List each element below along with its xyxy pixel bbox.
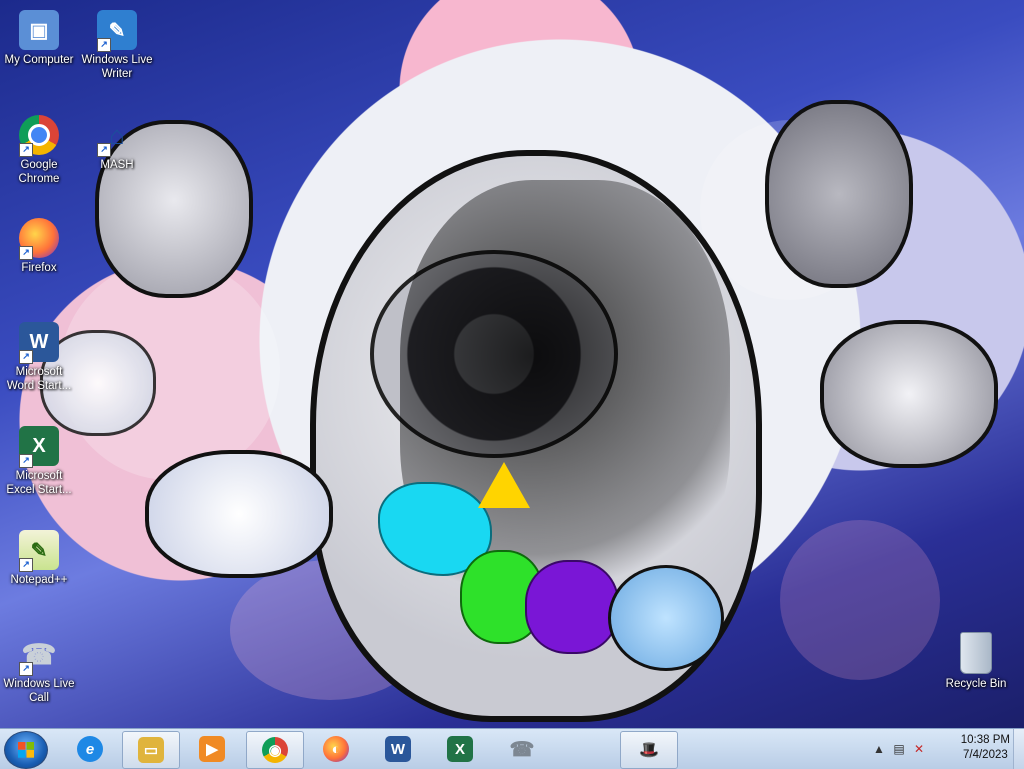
icon-label: Microsoft Word Start... [6,366,72,392]
notepadpp-icon: ✎ ↗ [19,530,59,572]
clock[interactable]: 10:38 PM 7/4/2023 [961,733,1010,763]
phone-icon: ☎ [509,738,535,761]
clock-date: 7/4/2023 [963,749,1008,761]
icon-label: Google Chrome [18,159,60,185]
taskbar-firefox[interactable]: ◐ [308,731,364,767]
clock-time: 10:38 PM [960,734,1010,746]
desktop-icon-firefox[interactable]: ↗ Firefox [1,218,77,275]
blue-creature-art [608,565,724,671]
desktop-icon-microsoft-excel[interactable]: X ↗ Microsoft Excel Start... [1,426,77,497]
hat-icon: ⌂ ↗ [97,115,137,157]
chrome-icon: ↗ [19,115,59,157]
recycle-bin-icon [960,632,992,674]
shortcut-arrow-icon: ↗ [19,662,33,676]
desktop-icon-google-chrome[interactable]: ↗ Google Chrome [1,115,77,186]
system-tray: ▲ ▤ ✕ 10:38 PM 7/4/2023 [864,729,1024,769]
icon-label: Windows Live Writer [81,54,153,80]
word-icon: W ↗ [19,322,59,364]
taskbar-media-player[interactable]: ▶ [184,731,240,767]
purple-blob-art [525,560,619,654]
icon-label: Recycle Bin [945,678,1007,690]
desktop-icon-mash[interactable]: ⌂ ↗ MASH [79,115,155,172]
taskbar-windows-explorer[interactable]: ▭ [122,731,180,769]
icon-label: Notepad++ [10,574,68,586]
warning-sign-art [478,462,530,508]
internet-explorer-icon: e [77,736,103,762]
phone-icon: ☎ ↗ [19,634,59,676]
icon-label: Windows Live Call [3,678,75,704]
shortcut-arrow-icon: ↗ [19,350,33,364]
icon-label: MASH [100,159,134,171]
taskbar-microsoft-word[interactable]: W [370,731,426,767]
shortcut-arrow-icon: ↗ [19,454,33,468]
network-icon[interactable]: ▤ [892,742,906,756]
icon-label: Microsoft Excel Start... [6,470,72,496]
desktop-icon-microsoft-word[interactable]: W ↗ Microsoft Word Start... [1,322,77,393]
word-icon: W [385,736,411,762]
start-button[interactable] [4,731,48,769]
taskbar-internet-explorer[interactable]: e [62,731,118,767]
shortcut-arrow-icon: ↗ [19,558,33,572]
desktop-icon-notepad-plus-plus[interactable]: ✎ ↗ Notepad++ [1,530,77,587]
icon-label: Firefox [21,262,57,274]
black-bunny-art [820,320,998,468]
icon-label: My Computer [4,54,74,66]
taskbar-mash[interactable]: 🎩 [620,731,678,769]
shortcut-arrow-icon: ↗ [97,143,111,157]
taskbar: e ▭ ▶ ◉ ◐ W X ☎ 🎩 ▲ ▤ ✕ 10:38 PM 7/4/202… [0,728,1024,769]
excel-icon: X ↗ [19,426,59,468]
gray-bear-art [765,100,913,288]
desktop-icon-recycle-bin[interactable]: Recycle Bin [936,632,1016,691]
taskbar-microsoft-excel[interactable]: X [432,731,488,767]
chrome-icon: ◉ [262,737,288,763]
folder-icon: ▭ [138,737,164,763]
taskbar-google-chrome[interactable]: ◉ [246,731,304,769]
media-player-icon: ▶ [199,736,225,762]
firefox-icon: ◐ [323,736,349,762]
show-desktop-button[interactable] [1013,729,1024,769]
shortcut-arrow-icon: ↗ [19,143,33,157]
show-hidden-icons-icon[interactable]: ▲ [872,742,886,756]
computer-icon: ▣ [19,10,59,50]
desktop-icon-windows-live-call[interactable]: ☎ ↗ Windows Live Call [1,634,77,705]
windows-logo-icon [18,742,34,758]
shortcut-arrow-icon: ↗ [19,246,33,260]
volume-muted-icon[interactable]: ✕ [912,742,926,756]
shortcut-arrow-icon: ↗ [97,38,111,52]
desktop-icon-my-computer[interactable]: ▣ My Computer [1,10,77,67]
desktop-wallpaper: ▣ My Computer ✎ ↗ Windows Live Writer ↗ G… [0,0,1024,728]
taskbar-windows-live-call[interactable]: ☎ [494,731,550,767]
white-mouse-art [145,450,333,578]
writer-icon: ✎ ↗ [97,10,137,52]
desktop-icon-windows-live-writer[interactable]: ✎ ↗ Windows Live Writer [79,10,155,81]
excel-icon: X [447,736,473,762]
hat-icon: 🎩 [639,742,659,759]
firefox-icon: ↗ [19,218,59,260]
